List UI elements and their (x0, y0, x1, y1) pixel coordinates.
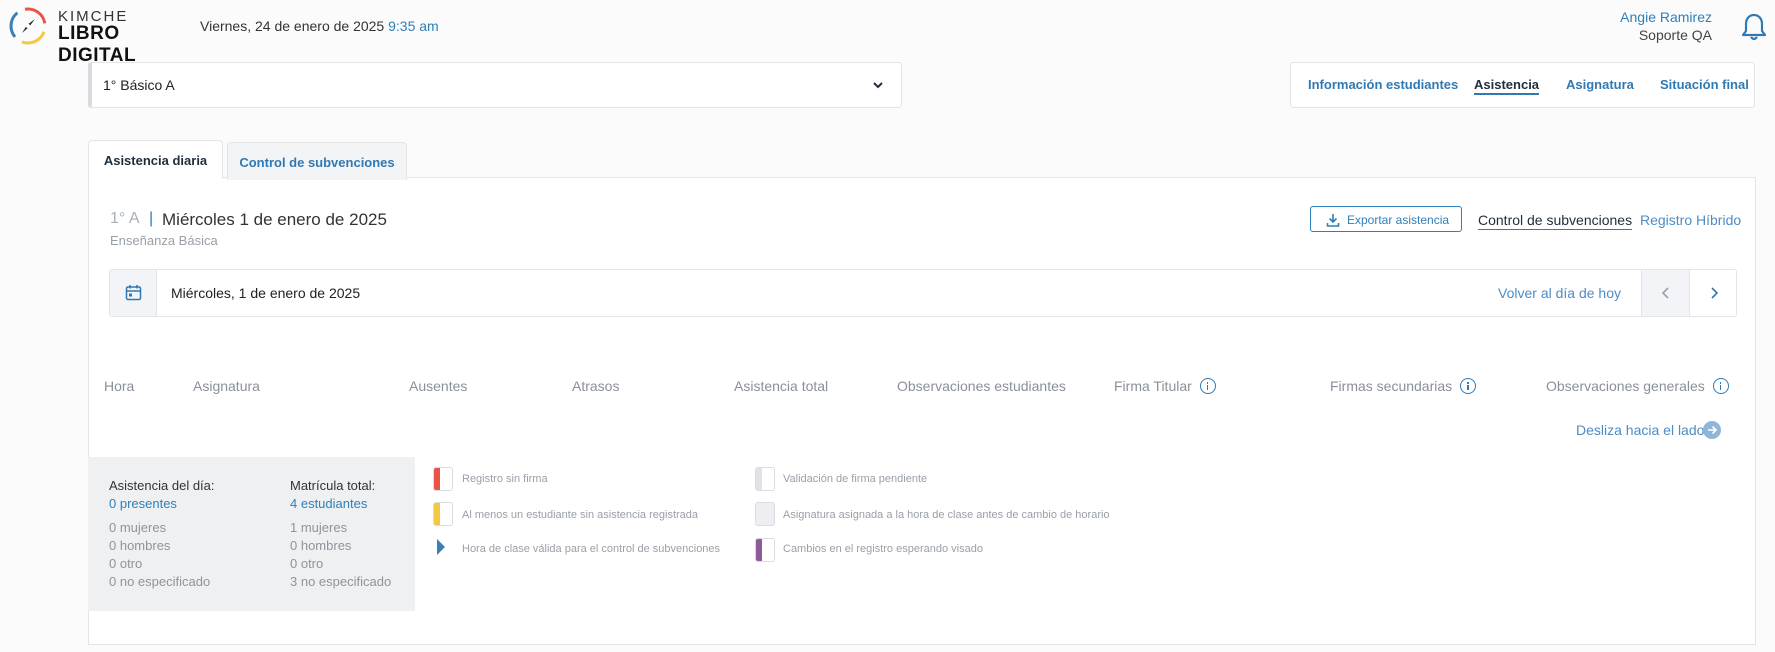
back-to-today-link[interactable]: Volver al día de hoy (1498, 285, 1621, 301)
legend-swatch (755, 502, 775, 526)
column-asistencia-total: Asistencia total (734, 378, 829, 394)
course-select[interactable]: 1° Básico A (88, 62, 902, 108)
nav-asignatura[interactable]: Asignatura (1566, 77, 1634, 92)
day-unspecified: 0 no especificado (109, 574, 211, 589)
legend-label: Validación de firma pendiente (783, 473, 928, 485)
course-select-value: 1° Básico A (103, 77, 175, 93)
nav-asistencia[interactable]: Asistencia (1474, 77, 1540, 95)
tab-asistencia-diaria[interactable]: Asistencia diaria (88, 140, 223, 179)
info-icon[interactable] (1199, 378, 1216, 394)
scroll-hint: Desliza hacia el lado (1576, 422, 1705, 438)
day-women: 0 mujeres (109, 520, 167, 535)
legend-swatch (755, 538, 775, 562)
column-observaciones-estudiantes: Observaciones estudiantes (897, 378, 1066, 394)
info-icon[interactable] (1460, 378, 1477, 394)
column-label: Observaciones generales (1546, 378, 1705, 394)
course-level: Enseñanza Básica (110, 233, 218, 248)
column-firma-titular: Firma Titular (1114, 378, 1216, 394)
selected-date: Miércoles, 1 de enero de 2025 (171, 285, 361, 301)
arrow-right-icon[interactable] (1703, 421, 1721, 439)
column-label: Firmas secundarias (1330, 378, 1453, 394)
current-datetime: Viernes, 24 de enero de 2025 9:35 am (200, 18, 439, 34)
total-enrollment-title: Matrícula total: (290, 478, 376, 493)
total-men: 0 hombres (290, 538, 352, 553)
tab-label: Asistencia diaria (103, 153, 208, 168)
legend-label: Hora de clase válida para el control de … (462, 543, 721, 555)
legend-label: Asignatura asignada a la hora de clase a… (783, 509, 1110, 521)
current-date: Viernes, 24 de enero de 2025 (200, 18, 385, 34)
subsidies-control-link[interactable]: Control de subvenciones (1478, 212, 1633, 230)
legend-swatch (433, 502, 453, 526)
section-nav: Información estudiantes Asistencia Asign… (1290, 62, 1755, 108)
nav-situacion-final[interactable]: Situación final (1660, 77, 1749, 92)
next-day-button[interactable] (1689, 270, 1736, 316)
download-icon (1326, 214, 1340, 227)
export-label: Exportar asistencia (1347, 213, 1450, 227)
legend-label: Cambios en el registro esperando visado (783, 543, 983, 555)
course-separator: | (149, 210, 154, 227)
chevron-left-icon (1661, 287, 1669, 299)
total-unspecified: 3 no especificado (290, 574, 392, 589)
course-day-title: Miércoles 1 de enero de 2025 (162, 210, 387, 229)
legend-label: Al menos un estudiante sin asistencia re… (462, 509, 699, 521)
previous-day-button[interactable] (1641, 270, 1689, 316)
bell-icon[interactable] (1741, 12, 1767, 42)
legend-label: Registro sin firma (462, 473, 548, 485)
calendar-icon (125, 285, 142, 301)
triangle-marker-icon (437, 539, 445, 555)
column-label: Firma Titular (1114, 378, 1192, 394)
day-attendance-title: Asistencia del día: (109, 478, 215, 493)
day-attendance-value: 0 presentes (109, 496, 177, 511)
chevron-right-icon (1711, 287, 1719, 299)
legend-swatch (433, 467, 453, 491)
export-attendance-button[interactable]: Exportar asistencia (1310, 206, 1462, 232)
column-observaciones-generales: Observaciones generales (1546, 378, 1729, 394)
hybrid-record-link[interactable]: Registro Híbrido (1640, 212, 1741, 228)
column-firmas-secundarias: Firmas secundarias (1330, 378, 1477, 394)
date-picker-button[interactable] (110, 270, 157, 316)
day-men: 0 hombres (109, 538, 171, 553)
course-code: 1° A (110, 210, 140, 227)
column-atrasos: Atrasos (572, 378, 620, 394)
app-logo[interactable]: KIMCHE LIBRO DIGITAL (8, 6, 178, 66)
tab-label: Control de subvenciones (239, 155, 395, 170)
current-time: 9:35 am (388, 18, 439, 34)
day-other: 0 otro (109, 556, 143, 571)
total-women: 1 mujeres (290, 520, 348, 535)
logo-text-bottom: LIBRO DIGITAL (58, 23, 137, 66)
attendance-summary: Asistencia del día: 0 presentes 0 mujere… (88, 457, 415, 611)
column-hora: Hora (104, 378, 135, 394)
nav-informacion-estudiantes[interactable]: Información estudiantes (1308, 77, 1458, 92)
compass-logo-icon (9, 7, 47, 45)
chevron-down-icon (873, 82, 883, 89)
tab-control-subvenciones[interactable]: Control de subvenciones (227, 142, 407, 180)
date-navigator: Miércoles, 1 de enero de 2025 Volver al … (109, 269, 1737, 317)
legend-swatch (755, 467, 775, 491)
user-role: Soporte QA (1638, 27, 1712, 43)
total-other: 0 otro (290, 556, 324, 571)
info-icon[interactable] (1712, 378, 1729, 394)
column-asignatura: Asignatura (193, 378, 260, 394)
total-enrollment-value: 4 estudiantes (290, 496, 368, 511)
column-ausentes: Ausentes (409, 378, 468, 394)
user-name[interactable]: Angie Ramirez (1620, 9, 1712, 25)
